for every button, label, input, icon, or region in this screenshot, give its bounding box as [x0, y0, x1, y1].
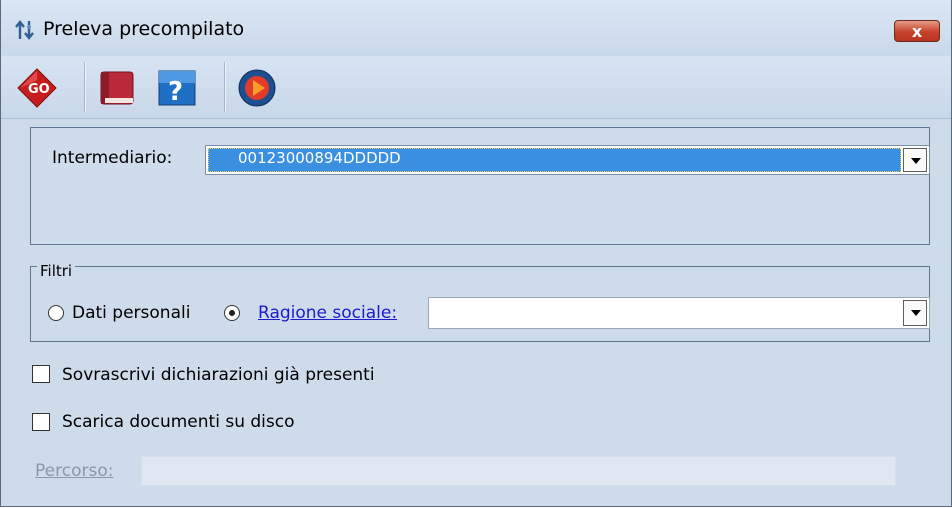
chevron-down-icon[interactable] — [903, 148, 927, 172]
exit-button[interactable] — [235, 66, 279, 110]
toolbar: GO ? — [1, 56, 951, 119]
transfer-arrows-icon — [13, 18, 37, 42]
svg-text:GO: GO — [28, 82, 50, 97]
toolbar-separator — [84, 62, 85, 112]
chevron-down-icon[interactable] — [903, 300, 927, 326]
dialog-window: Preleva precompilato x GO ? Intermediari… — [0, 0, 952, 507]
scarica-label[interactable]: Scarica documenti su disco — [62, 412, 295, 432]
sovrascrivi-checkbox[interactable] — [32, 365, 50, 383]
svg-text:?: ? — [168, 77, 183, 107]
book-button[interactable] — [95, 66, 139, 110]
percorso-input — [141, 456, 896, 486]
radio-dati-personali[interactable] — [48, 305, 64, 321]
ragione-sociale-combo[interactable] — [428, 297, 930, 329]
help-icon: ? — [155, 70, 199, 115]
ragione-sociale-link[interactable]: Ragione sociale: — [258, 303, 397, 323]
title-bar[interactable]: Preleva precompilato x — [1, 0, 951, 56]
exit-icon — [235, 69, 279, 115]
close-icon: x — [911, 22, 923, 41]
window-title: Preleva precompilato — [43, 18, 245, 40]
help-button[interactable]: ? — [155, 66, 199, 110]
filtri-legend: Filtri — [37, 262, 76, 280]
percorso-label: Percorso: — [35, 461, 114, 481]
radio-ragione-sociale[interactable] — [224, 305, 240, 321]
scarica-checkbox[interactable] — [32, 413, 50, 431]
close-button[interactable]: x — [894, 20, 940, 42]
intermediario-label: Intermediario: — [52, 148, 173, 168]
go-icon: GO — [15, 68, 59, 115]
toolbar-separator — [224, 62, 225, 112]
intermediario-value: 00123000894DDDDD — [208, 148, 901, 172]
book-icon — [95, 71, 139, 115]
sovrascrivi-label[interactable]: Sovrascrivi dichiarazioni già presenti — [62, 365, 375, 385]
go-button[interactable]: GO — [15, 66, 59, 110]
intermediario-combo[interactable]: 00123000894DDDDD — [205, 145, 930, 175]
dati-personali-label[interactable]: Dati personali — [72, 303, 190, 323]
